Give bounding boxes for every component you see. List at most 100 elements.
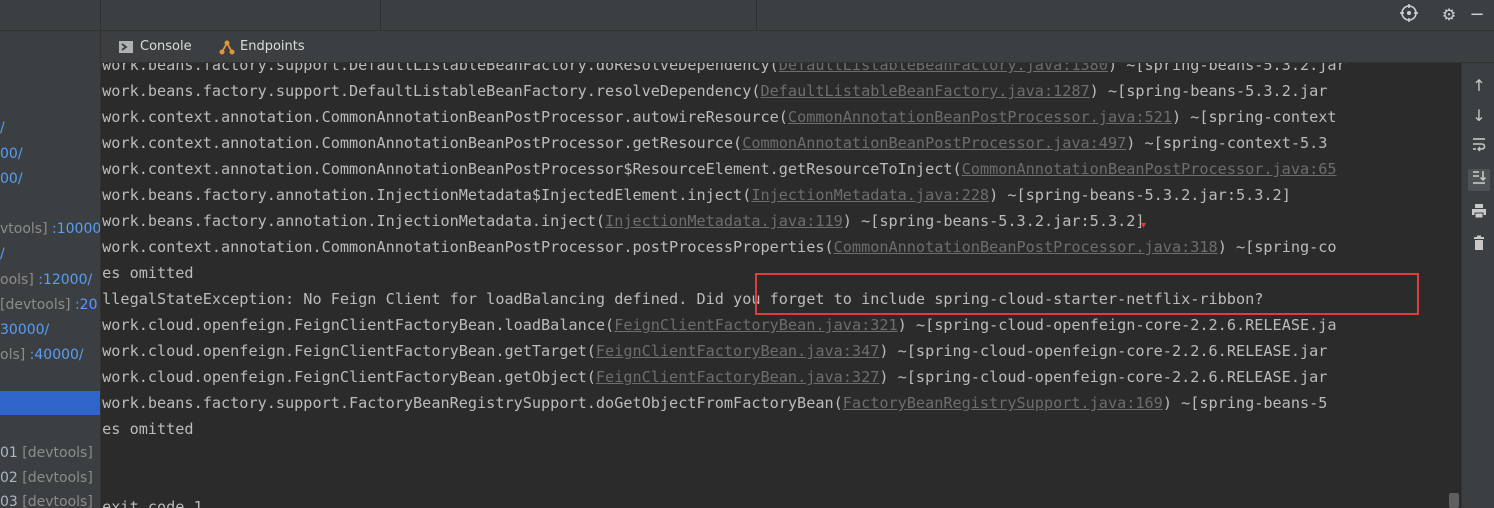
console-line: ework.context.annotation.CommonAnnotatio… (101, 234, 1337, 260)
source-link[interactable]: FeignClientFactoryBean.java:327 (596, 368, 879, 386)
source-link[interactable]: DefaultListableBeanFactory.java:1287 (761, 82, 1090, 100)
tool-window-tabs: Console Endpoints (101, 31, 1494, 63)
console-line: ework.beans.factory.annotation.Injection… (101, 208, 1145, 234)
toolbar-divider (380, 0, 381, 30)
tree-item[interactable]: / (0, 118, 5, 138)
console-text: ework.cloud.openfeign.FeignClientFactory… (101, 316, 615, 334)
selected-tree-row[interactable] (0, 391, 100, 415)
tree-item-text: [devtools] (22, 445, 93, 461)
console-side-toolbar: ↑ ↓ (1461, 63, 1494, 508)
tree-item-text: / (0, 246, 5, 262)
print-icon[interactable] (1468, 203, 1490, 225)
vertical-scrollbar-thumb[interactable] (1449, 493, 1459, 508)
console-line: nes omitted (101, 416, 194, 442)
console-line: ework.beans.factory.support.DefaultLista… (101, 63, 1346, 78)
scroll-to-end-icon[interactable] (1468, 169, 1490, 191)
tree-item[interactable]: 03 [devtools] (0, 492, 93, 508)
error-highlight-box (755, 273, 1419, 315)
tree-item-text: :40000/ (29, 347, 84, 363)
console-line: ework.cloud.openfeign.FeignClientFactory… (101, 312, 1337, 338)
tab-console-label: Console (140, 39, 192, 54)
source-link[interactable]: InjectionMetadata.java:228 (751, 186, 989, 204)
tree-item-text: [devtools] (22, 470, 93, 486)
tree-item[interactable]: 02 [devtools] (0, 468, 93, 488)
tree-item-text: 03 (0, 494, 23, 508)
source-link[interactable]: CommonAnnotationBeanPostProcessor.java:4… (742, 134, 1126, 152)
console-text: ) ~[spring-beans-5.3.2.jar (1107, 63, 1346, 74)
console-line: ework.beans.factory.annotation.Injection… (101, 182, 1291, 208)
console-text: ework.context.annotation.CommonAnnotatio… (101, 238, 834, 256)
source-link[interactable]: CommonAnnotationBeanPostProcessor.java:5… (788, 108, 1172, 126)
tree-item[interactable]: 30000/ (0, 320, 49, 340)
tree-item-text: 00/ (0, 171, 23, 187)
console-text: ) ~[spring-cloud-openfeign-core-2.2.6.RE… (879, 342, 1328, 360)
source-link[interactable]: DefaultListableBeanFactory.java:1380 (779, 63, 1108, 74)
tree-item-text: ools] (0, 272, 39, 288)
console-line: ework.cloud.openfeign.FeignClientFactory… (101, 338, 1327, 364)
minimize-icon[interactable]: − (1466, 4, 1488, 26)
toolbar-divider (100, 0, 101, 30)
console-text: ) ~[spring-beans-5.3.2.jar:5.3.2] (989, 186, 1291, 204)
tree-item-text: 02 (0, 470, 23, 486)
source-link[interactable]: FactoryBeanRegistrySupport.java:169 (843, 394, 1163, 412)
console-text: ) ~[spring-cloud-openfeign-core-2.2.6.RE… (879, 368, 1328, 386)
scroll-down-icon[interactable]: ↓ (1468, 105, 1490, 127)
soft-wrap-icon[interactable] (1468, 136, 1490, 158)
tree-item[interactable]: 01 [devtools] (0, 443, 93, 463)
console-line: exit code 1 (101, 494, 203, 508)
tree-item[interactable]: 00/ (0, 169, 23, 189)
title-toolbar: ⚙ − (0, 0, 1494, 31)
console-text: exit code 1 (101, 498, 203, 508)
tree-item[interactable]: 00/ (0, 144, 23, 164)
source-link[interactable]: CommonAnnotationBeanPostProcessor.java:6… (962, 160, 1337, 178)
tree-item[interactable]: ols] :40000/ (0, 345, 84, 365)
tab-console[interactable]: Console (118, 31, 192, 62)
tab-endpoints[interactable]: Endpoints (218, 31, 305, 62)
tree-item[interactable]: / (0, 244, 5, 264)
console-text: ) ~[spring-beans-5.3.2.jar:5.3.2] (842, 212, 1145, 230)
console-line: ework.beans.factory.support.FactoryBeanR… (101, 390, 1327, 416)
console-text: ework.context.annotation.CommonAnnotatio… (101, 134, 743, 152)
console-text: ) ~[spring-cloud-openfeign-core-2.2.6.RE… (897, 316, 1337, 334)
console-text: ) ~[spring-context (1171, 108, 1337, 126)
caret-marker: ▾ (1141, 220, 1147, 231)
source-link[interactable]: FeignClientFactoryBean.java:321 (614, 316, 897, 334)
target-icon[interactable] (1398, 4, 1420, 26)
ide-window: ⚙ − / 00/00/vtools] :10000 / ools] :12000/ [… (0, 0, 1494, 508)
tree-item-text: [devtools] (22, 494, 93, 508)
tree-item-text: [devtools] (0, 297, 75, 313)
tree-item[interactable]: [devtools] :20 (0, 295, 98, 315)
source-link[interactable]: FeignClientFactoryBean.java:347 (596, 342, 879, 360)
tree-item-text: :12000/ (38, 272, 93, 288)
console-text: ework.cloud.openfeign.FeignClientFactory… (101, 342, 596, 360)
console-text: ework.context.annotation.CommonAnnotatio… (101, 108, 788, 126)
source-link[interactable]: CommonAnnotationBeanPostProcessor.java:3… (834, 238, 1218, 256)
tree-item-text: / (0, 120, 5, 136)
console-text: ework.context.annotation.CommonAnnotatio… (101, 160, 962, 178)
console-line: ework.cloud.openfeign.FeignClientFactory… (101, 364, 1327, 390)
tree-item-text: 00/ (0, 146, 23, 162)
console-text: nes omitted (101, 264, 194, 282)
tree-item-text: vtools] (0, 221, 53, 237)
tree-item[interactable]: ools] :12000/ (0, 270, 92, 290)
trash-icon[interactable] (1468, 235, 1490, 257)
tree-item-text: 30000/ (0, 322, 50, 338)
console-line: ework.context.annotation.CommonAnnotatio… (101, 104, 1337, 130)
gear-icon[interactable]: ⚙ (1438, 4, 1460, 26)
tree-item-text: 01 (0, 445, 23, 461)
console-line: ework.beans.factory.support.DefaultLista… (101, 78, 1327, 104)
console-text: ) ~[spring-beans-5.3.2.jar (1089, 82, 1328, 100)
source-link[interactable]: InjectionMetadata.java:119 (605, 212, 843, 230)
tree-item-text: :20 (74, 297, 98, 313)
scroll-up-icon[interactable]: ↑ (1468, 75, 1490, 97)
console-text: ) ~[spring-beans-5 (1162, 394, 1328, 412)
console-text: ework.beans.factory.support.DefaultLista… (101, 63, 779, 74)
tree-item[interactable]: vtools] :10000 (0, 219, 100, 239)
tree-item-text: ols] (0, 347, 30, 363)
console-text: ) ~[spring-co (1217, 238, 1337, 256)
console-line: nes omitted (101, 260, 194, 286)
console-text: ework.beans.factory.support.DefaultLista… (101, 82, 761, 100)
toolbar-divider (756, 0, 757, 30)
tab-endpoints-label: Endpoints (240, 39, 305, 54)
services-tree-panel: / 00/00/vtools] :10000 / ools] :12000/ [devt… (0, 31, 101, 508)
